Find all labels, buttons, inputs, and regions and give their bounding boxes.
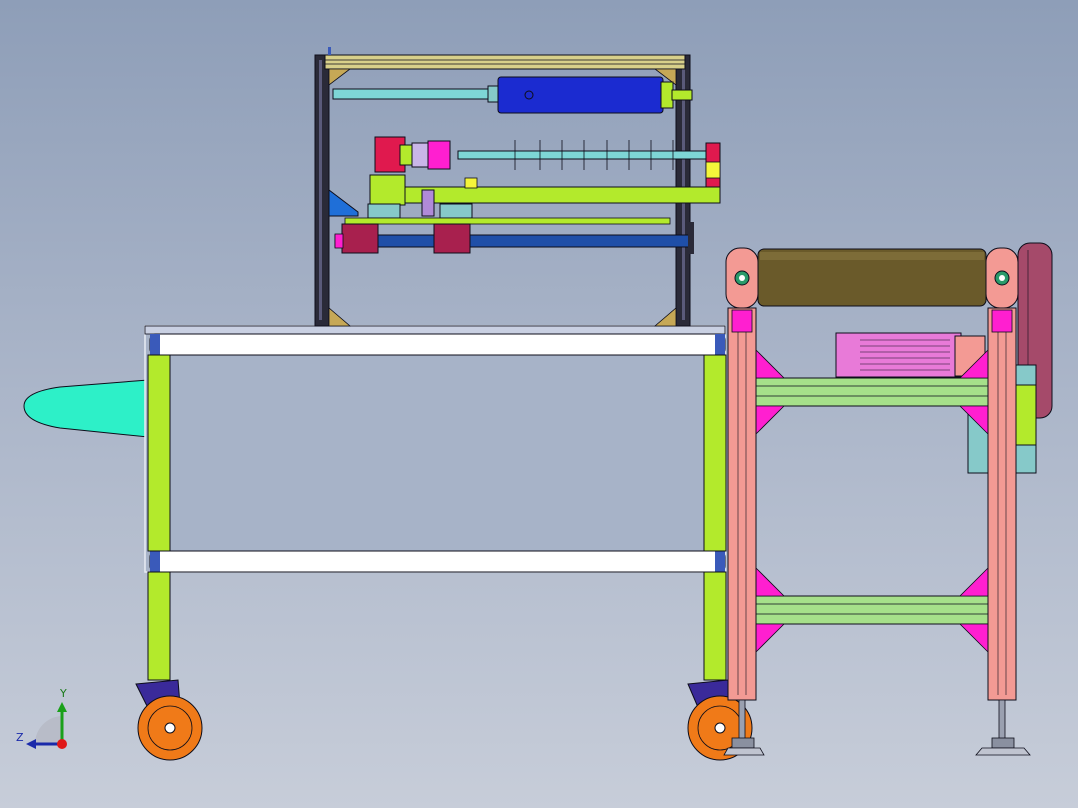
left-leg: [147, 354, 171, 552]
table-top-panel: [144, 325, 726, 573]
x-axis-origin: [57, 739, 67, 749]
teal-hopper: [23, 379, 149, 438]
conveyor-left-pillar: [727, 307, 757, 701]
conveyor-right-pillar: [987, 307, 1017, 701]
left-caster-wheel: [135, 679, 203, 761]
right-leg: [703, 354, 727, 552]
lower-white-rail: [149, 550, 726, 573]
lower-guide-shaft: [334, 222, 694, 254]
machine-drawing: [23, 47, 1053, 761]
y-axis-label: Y: [60, 687, 67, 700]
coordinate-triad: [26, 702, 67, 749]
cutter-assembly: [374, 136, 721, 191]
cart-frame: [23, 325, 727, 681]
drive-motor: [835, 332, 962, 378]
slide-carriage: [328, 174, 721, 225]
pneumatic-cylinder: [332, 76, 693, 114]
leveling-feet: [723, 699, 1031, 756]
z-axis-label: Z: [16, 731, 24, 744]
upper-white-rail: [149, 333, 726, 356]
conveyor-frame: [725, 242, 1053, 701]
cad-viewport[interactable]: Y Z: [0, 0, 1078, 808]
